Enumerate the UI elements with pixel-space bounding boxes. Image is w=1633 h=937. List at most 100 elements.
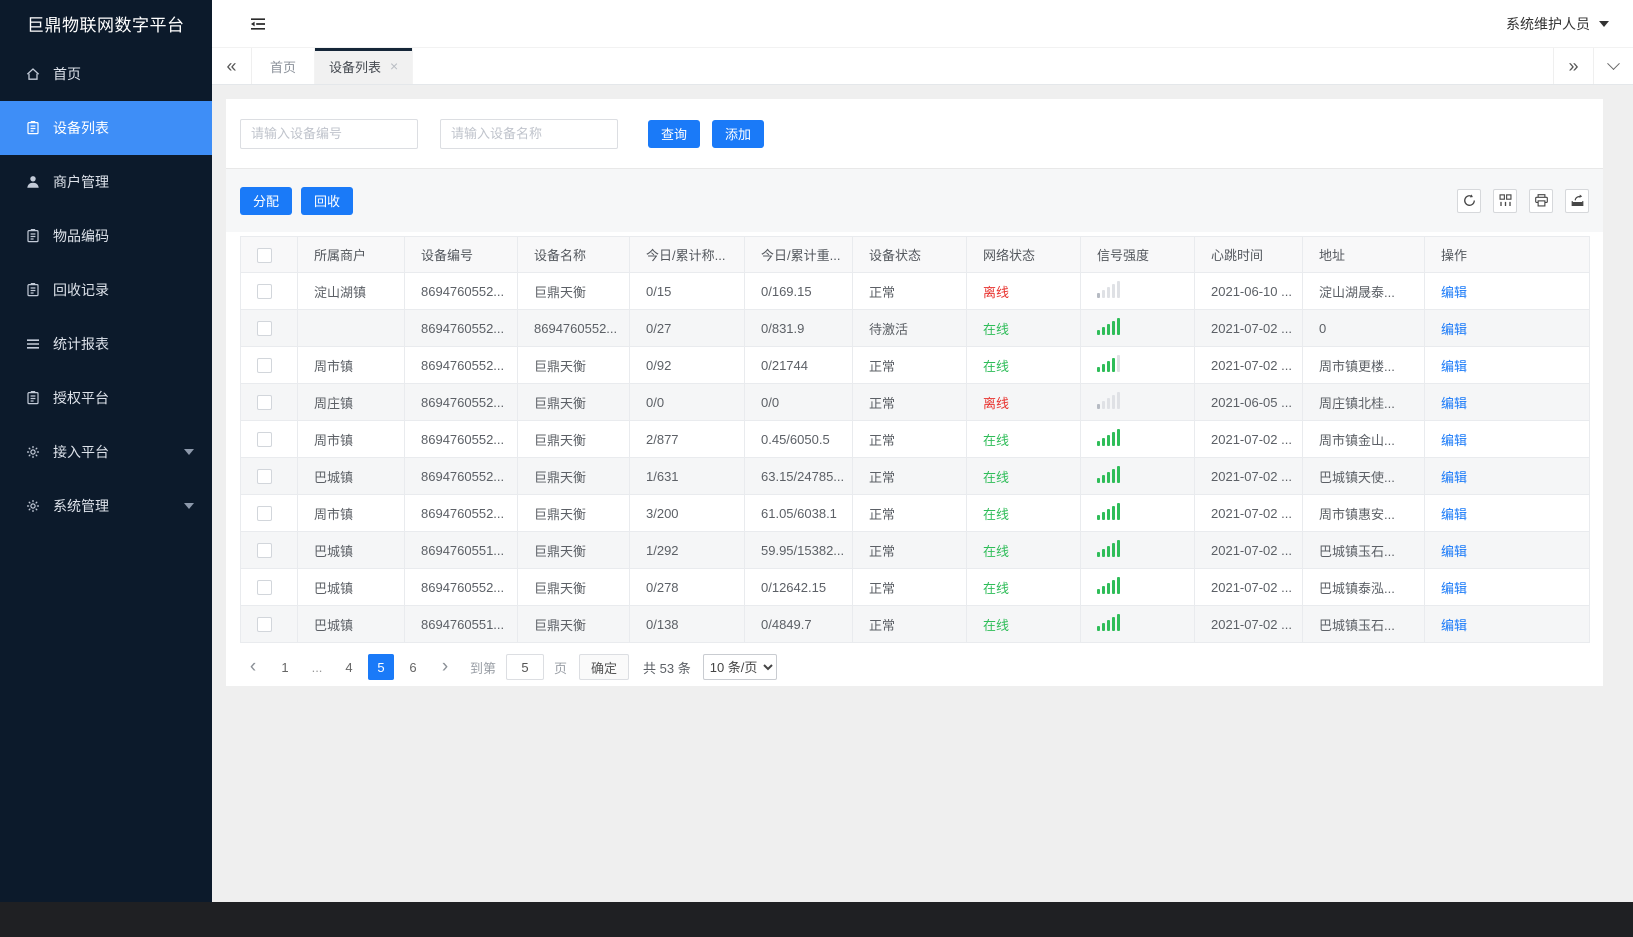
row-checkbox[interactable] bbox=[257, 543, 272, 559]
sidebar-item-7[interactable]: 授权平台 bbox=[0, 371, 212, 425]
row-checkbox[interactable] bbox=[257, 284, 272, 300]
refresh-button[interactable] bbox=[1457, 188, 1481, 213]
export-button[interactable] bbox=[1565, 188, 1589, 213]
sidebar-item-1[interactable]: 首页 bbox=[0, 47, 212, 101]
cell-today-weight: 0/169.15 bbox=[744, 272, 853, 310]
cell-device-no: 8694760552... bbox=[404, 457, 518, 495]
sidebar-item-8[interactable]: 接入平台 bbox=[0, 425, 212, 479]
sidebar-item-5[interactable]: 回收记录 bbox=[0, 263, 212, 317]
edit-link[interactable]: 编辑 bbox=[1441, 285, 1467, 300]
row-checkbox[interactable] bbox=[257, 358, 272, 374]
tab-label: 设备列表 bbox=[329, 59, 382, 75]
assign-button[interactable]: 分配 bbox=[240, 186, 293, 215]
refresh-icon bbox=[1462, 193, 1477, 208]
menu-collapse-icon[interactable] bbox=[248, 14, 268, 34]
goto-confirm-button[interactable]: 确定 bbox=[579, 654, 630, 680]
edit-link[interactable]: 编辑 bbox=[1441, 581, 1467, 596]
cell-device-no: 8694760551... bbox=[404, 605, 518, 643]
edit-link[interactable]: 编辑 bbox=[1441, 507, 1467, 522]
table-row: 巴城镇 8694760552... 巨鼎天衡 0/278 0/12642.15 正常 在线 2… bbox=[240, 568, 1590, 606]
column-header: 所属商户 bbox=[297, 236, 405, 273]
sidebar-item-9[interactable]: 系统管理 bbox=[0, 479, 212, 533]
prev-page-button[interactable]: ‹ bbox=[240, 654, 266, 680]
sidebar-item-label: 设备列表 bbox=[53, 120, 109, 136]
tab-close-icon[interactable]: × bbox=[390, 58, 398, 74]
edit-link[interactable]: 编辑 bbox=[1441, 396, 1467, 411]
table-header-row: 所属商户 设备编号 设备名称 今日/累计称... 今日/累计重... 设备状态 网络状态 信号… bbox=[240, 236, 1590, 273]
row-checkbox[interactable] bbox=[257, 321, 272, 337]
cell-device-status: 正常 bbox=[852, 605, 967, 643]
tab-item[interactable]: 设备列表 × bbox=[315, 48, 414, 84]
columns-button[interactable] bbox=[1493, 188, 1517, 213]
edit-link[interactable]: 编辑 bbox=[1441, 618, 1467, 633]
cell-device-no: 8694760552... bbox=[404, 272, 518, 310]
sidebar-item-4[interactable]: 物品编码 bbox=[0, 209, 212, 263]
cell-merchant bbox=[297, 309, 405, 347]
row-checkbox[interactable] bbox=[257, 506, 272, 522]
table-row: 周庄镇 8694760552... 巨鼎天衡 0/0 0/0 正常 离线 2021-06-05… bbox=[240, 383, 1590, 421]
column-header: 网络状态 bbox=[966, 236, 1081, 273]
cell-device-status: 正常 bbox=[852, 568, 967, 606]
table-row: 周市镇 8694760552... 巨鼎天衡 3/200 61.05/6038.1 正常在… bbox=[240, 494, 1590, 532]
sidebar-item-6[interactable]: 统计报表 bbox=[0, 317, 212, 371]
page-button[interactable]: 6 bbox=[400, 654, 426, 680]
signal-strength-icon bbox=[1097, 540, 1120, 557]
row-checkbox[interactable] bbox=[257, 432, 272, 448]
search-form: 查询 添加 bbox=[226, 99, 1603, 169]
user-menu[interactable]: 系统维护人员 bbox=[1506, 14, 1609, 34]
page-button[interactable]: 4 bbox=[336, 654, 362, 680]
edit-link[interactable]: 编辑 bbox=[1441, 359, 1467, 374]
cell-heartbeat: 2021-07-02 ... bbox=[1194, 309, 1303, 347]
print-button[interactable] bbox=[1529, 188, 1553, 213]
add-button[interactable]: 添加 bbox=[712, 119, 765, 148]
edit-link[interactable]: 编辑 bbox=[1441, 544, 1467, 559]
row-checkbox[interactable] bbox=[257, 580, 272, 596]
cell-today-count: 0/92 bbox=[629, 346, 745, 384]
network-status-badge: 离线 bbox=[983, 395, 1010, 411]
column-header: 地址 bbox=[1302, 236, 1425, 273]
column-header: 设备编号 bbox=[404, 236, 518, 273]
cell-today-weight: 0.45/6050.5 bbox=[744, 420, 853, 458]
query-button[interactable]: 查询 bbox=[648, 119, 701, 148]
cell-address: 周市镇更楼... bbox=[1302, 346, 1425, 384]
tabs-scroll-left-icon[interactable]: « bbox=[212, 48, 252, 84]
cell-heartbeat: 2021-07-02 ... bbox=[1194, 346, 1303, 384]
cell-device-name: 巨鼎天衡 bbox=[517, 605, 630, 643]
table-row: 巴城镇 8694760551... 巨鼎天衡 1/292 59.95/15382... 正… bbox=[240, 531, 1590, 569]
cell-heartbeat: 2021-07-02 ... bbox=[1194, 605, 1303, 643]
page-button[interactable]: 1 bbox=[272, 654, 298, 680]
sidebar-item-3[interactable]: 商户管理 bbox=[0, 155, 212, 209]
row-checkbox[interactable] bbox=[257, 469, 272, 485]
tab-item[interactable]: 首页 bbox=[252, 48, 316, 84]
next-page-button[interactable]: › bbox=[432, 654, 458, 680]
caret-down-icon bbox=[184, 503, 194, 509]
signal-strength-icon bbox=[1097, 281, 1120, 298]
tabs-scroll-right-icon[interactable]: » bbox=[1553, 48, 1593, 84]
recycle-button[interactable]: 回收 bbox=[301, 186, 354, 215]
sidebar-item-2[interactable]: 设备列表 bbox=[0, 101, 212, 155]
sidebar-item-label: 授权平台 bbox=[53, 390, 109, 406]
edit-link[interactable]: 编辑 bbox=[1441, 470, 1467, 485]
edit-link[interactable]: 编辑 bbox=[1441, 322, 1467, 337]
row-checkbox[interactable] bbox=[257, 617, 272, 633]
edit-link[interactable]: 编辑 bbox=[1441, 433, 1467, 448]
device-no-input[interactable] bbox=[240, 118, 418, 149]
caret-down-icon bbox=[1599, 20, 1609, 27]
sidebar-item-label: 物品编码 bbox=[53, 228, 109, 244]
tab-list: 首页 设备列表 × bbox=[252, 48, 414, 84]
cell-today-count: 0/138 bbox=[629, 605, 745, 643]
goto-page-suffix: 页 bbox=[554, 660, 568, 676]
page-button[interactable]: 5 bbox=[368, 654, 394, 680]
device-name-input[interactable] bbox=[440, 118, 618, 149]
select-all-checkbox[interactable] bbox=[257, 247, 272, 263]
sidebar: 巨鼎物联网数字平台 首页 设备列表 商户管理 物品编码 回收记录 统计报表 授权平台 接入平台… bbox=[0, 0, 212, 902]
page-size-select[interactable]: 10 条/页 bbox=[702, 654, 777, 680]
goto-page-input[interactable] bbox=[506, 654, 545, 680]
tabs-menu-icon[interactable] bbox=[1593, 48, 1633, 84]
row-checkbox[interactable] bbox=[257, 395, 272, 411]
cell-heartbeat: 2021-06-10 ... bbox=[1194, 272, 1303, 310]
table-row: 8694760552... 8694760552... 0/27 0/831.9 待激活… bbox=[240, 309, 1590, 347]
tab-bar: « 首页 设备列表 × » bbox=[212, 48, 1633, 85]
network-status-badge: 在线 bbox=[983, 617, 1010, 633]
cell-device-status: 正常 bbox=[852, 457, 967, 495]
